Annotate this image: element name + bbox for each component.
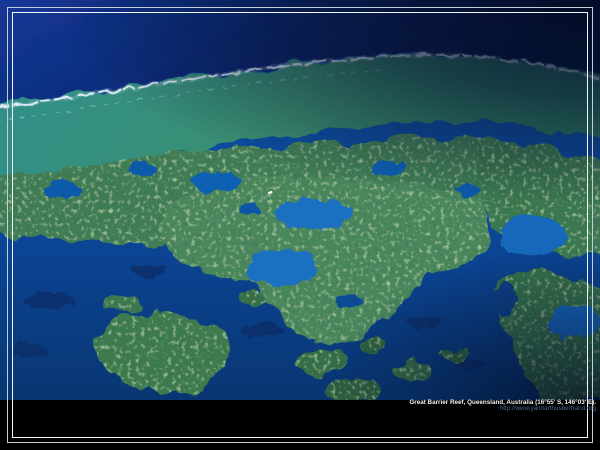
photo-caption: Great Barrier Reef, Queensland, Australi… — [409, 399, 596, 413]
wallpaper: Great Barrier Reef, Queensland, Australi… — [0, 0, 600, 450]
dark-corner-bottom-right — [280, 210, 600, 400]
reef-aerial-photo — [0, 0, 600, 400]
dark-corner-top-right — [0, 0, 600, 230]
caption-url: http://www.yannarthusbertrand.org — [409, 406, 596, 413]
